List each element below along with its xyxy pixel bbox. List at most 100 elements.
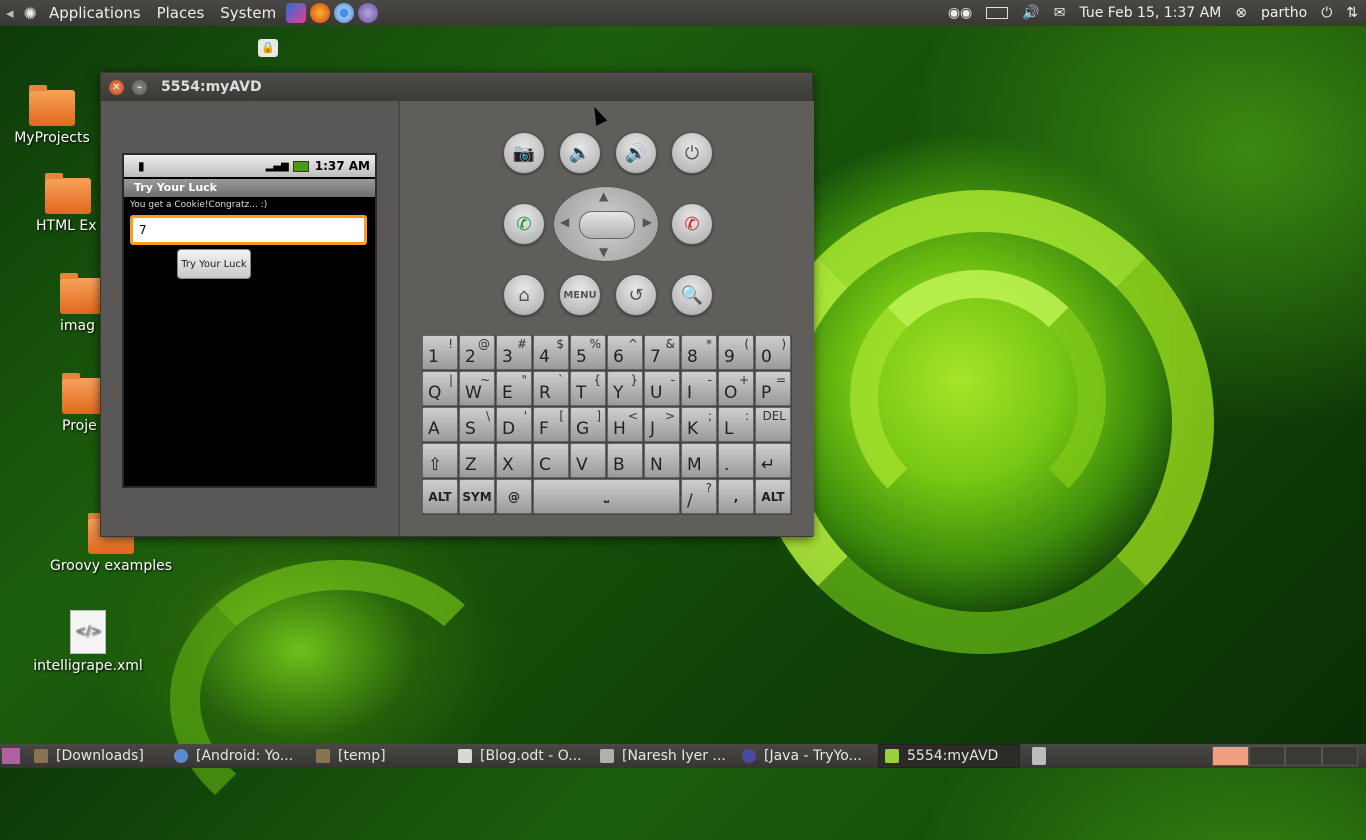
key-0-3[interactable]: 4 $ <box>533 335 569 370</box>
key-2-0[interactable]: A <box>422 407 458 442</box>
places-menu[interactable]: Places <box>149 4 213 22</box>
desktop-icon-myprojects[interactable]: MyProjects <box>10 85 94 146</box>
key-3-3[interactable]: C <box>533 443 569 478</box>
volume-up-button[interactable]: 🔊 <box>615 132 657 174</box>
key-1-5[interactable]: Y} <box>607 371 643 406</box>
workspace-4[interactable] <box>1321 746 1358 766</box>
task-myavd[interactable]: 5554:myAVD <box>878 744 1020 768</box>
key-3-7[interactable]: M <box>681 443 717 478</box>
desktop-icon-intelligrape-xml[interactable]: </> intelligrape.xml <box>30 610 146 674</box>
workspace-switcher[interactable] <box>1212 746 1358 766</box>
key-0-2[interactable]: 3 # <box>496 335 532 370</box>
workspace-2[interactable] <box>1248 746 1285 766</box>
key-3-1[interactable]: Z <box>459 443 495 478</box>
key-alt-left[interactable]: ALT <box>422 479 458 514</box>
key-2-6[interactable]: J > <box>644 407 680 442</box>
dpad[interactable]: ▲ ▼ ◀ ▶ <box>553 186 659 262</box>
key-0-7[interactable]: 8 * <box>681 335 717 370</box>
task-android-browser[interactable]: [Android: Yo... <box>168 745 310 767</box>
key-1-7[interactable]: I- <box>681 371 717 406</box>
dpad-up-icon[interactable]: ▲ <box>599 189 608 203</box>
key-3-9[interactable]: ↵ <box>755 443 791 478</box>
dpad-left-icon[interactable]: ◀ <box>560 215 569 229</box>
key-0-5[interactable]: 6 ^ <box>607 335 643 370</box>
volume-icon[interactable]: 🔊 <box>1022 5 1039 21</box>
key-1-9[interactable]: P = <box>755 371 791 406</box>
pidgin-launcher-icon[interactable] <box>358 3 379 23</box>
key-1-2[interactable]: E " <box>496 371 532 406</box>
dpad-center-button[interactable] <box>579 211 635 239</box>
volume-down-button[interactable]: 🔈 <box>559 132 601 174</box>
key-3-8[interactable]: . <box>718 443 754 478</box>
task-java-eclipse[interactable]: [Java - TryYo... <box>736 745 878 767</box>
applications-menu[interactable]: Applications <box>41 4 149 22</box>
key-0-4[interactable]: 5% <box>570 335 606 370</box>
phone-screen[interactable]: ▮ ▂▄▆ 1:37 AM Try Your Luck You get a Co… <box>122 153 377 488</box>
user-name[interactable]: partho <box>1261 5 1307 21</box>
key-1-1[interactable]: W ~ <box>459 371 495 406</box>
key-3-5[interactable]: B <box>607 443 643 478</box>
key-alt-right[interactable]: ALT <box>755 479 791 514</box>
key-3-2[interactable]: X <box>496 443 532 478</box>
workspace-3[interactable] <box>1285 746 1322 766</box>
key-1-6[interactable]: U- <box>644 371 680 406</box>
intellij-launcher-icon[interactable] <box>286 3 307 23</box>
system-menu[interactable]: System <box>212 4 284 22</box>
key-2-9[interactable]: DEL <box>755 407 791 442</box>
firefox-launcher-icon[interactable] <box>310 3 331 23</box>
key-2-2[interactable]: D ' <box>496 407 532 442</box>
key-slash[interactable]: /? <box>681 479 717 514</box>
key-0-6[interactable]: 7 & <box>644 335 680 370</box>
desktop-icon-projects[interactable]: Proje <box>62 373 108 434</box>
task-naresh-iyer[interactable]: [Naresh Iyer ... <box>594 745 736 767</box>
search-button[interactable]: 🔍 <box>671 274 713 316</box>
key-0-9[interactable]: 0) <box>755 335 791 370</box>
key-comma[interactable]: , <box>718 479 754 514</box>
key-3-4[interactable]: V <box>570 443 606 478</box>
mail-icon[interactable]: ✉ <box>1054 5 1066 21</box>
end-call-button[interactable]: ✆ <box>671 203 713 245</box>
call-button[interactable]: ✆ <box>503 203 545 245</box>
task-temp[interactable]: [temp] <box>310 745 452 767</box>
show-desktop-icon[interactable] <box>2 748 20 764</box>
key-space[interactable]: ⎵ <box>533 479 680 514</box>
key-1-3[interactable]: R ` <box>533 371 569 406</box>
key-1-8[interactable]: O + <box>718 371 754 406</box>
network-icon[interactable]: ⇅ <box>1346 5 1358 21</box>
trash-icon[interactable] <box>1032 747 1046 765</box>
clock[interactable]: Tue Feb 15, 1:37 AM <box>1079 5 1221 21</box>
key-2-7[interactable]: K; <box>681 407 717 442</box>
task-blog-odt[interactable]: [Blog.odt - O... <box>452 745 594 767</box>
task-downloads[interactable]: [Downloads] <box>28 745 168 767</box>
camera-button[interactable]: 📷 <box>503 132 545 174</box>
workspace-1[interactable] <box>1212 746 1249 766</box>
power-button[interactable]: ⏻ <box>671 132 713 174</box>
key-0-0[interactable]: 1! <box>422 335 458 370</box>
window-titlebar[interactable]: ✕ – 5554:myAVD <box>101 73 812 101</box>
key-2-8[interactable]: L: <box>718 407 754 442</box>
key-0-8[interactable]: 9( <box>718 335 754 370</box>
guess-input[interactable]: 7 <box>130 215 367 245</box>
panel-left-arrow-icon[interactable]: ◂ <box>0 4 20 22</box>
key-0-1[interactable]: 2 @ <box>459 335 495 370</box>
key-2-4[interactable]: G] <box>570 407 606 442</box>
key-2-5[interactable]: H < <box>607 407 643 442</box>
chrome-launcher-icon[interactable] <box>334 3 355 23</box>
power-icon[interactable]: ⏻ <box>1321 5 1332 21</box>
user-status-icon[interactable]: ⊗ <box>1235 5 1247 21</box>
dpad-down-icon[interactable]: ▼ <box>599 245 608 259</box>
menu-button[interactable]: MENU <box>559 274 601 316</box>
back-button[interactable]: ↺ <box>615 274 657 316</box>
key-sym[interactable]: SYM <box>459 479 495 514</box>
key-1-4[interactable]: T{ <box>570 371 606 406</box>
key-3-6[interactable]: N <box>644 443 680 478</box>
try-your-luck-button[interactable]: Try Your Luck <box>177 249 251 279</box>
key-2-3[interactable]: F[ <box>533 407 569 442</box>
minimize-button[interactable]: – <box>132 79 147 95</box>
key-3-0[interactable]: ⇧ <box>422 443 458 478</box>
ubuntu-logo-icon[interactable]: ✺ <box>20 4 41 23</box>
key-at[interactable]: @ <box>496 479 532 514</box>
desktop-icon-images[interactable]: imag <box>60 273 106 334</box>
desktop-icon-html-examples[interactable]: HTML Ex <box>36 173 100 234</box>
eyes-applet-icon[interactable]: ◉◉ <box>948 5 972 21</box>
